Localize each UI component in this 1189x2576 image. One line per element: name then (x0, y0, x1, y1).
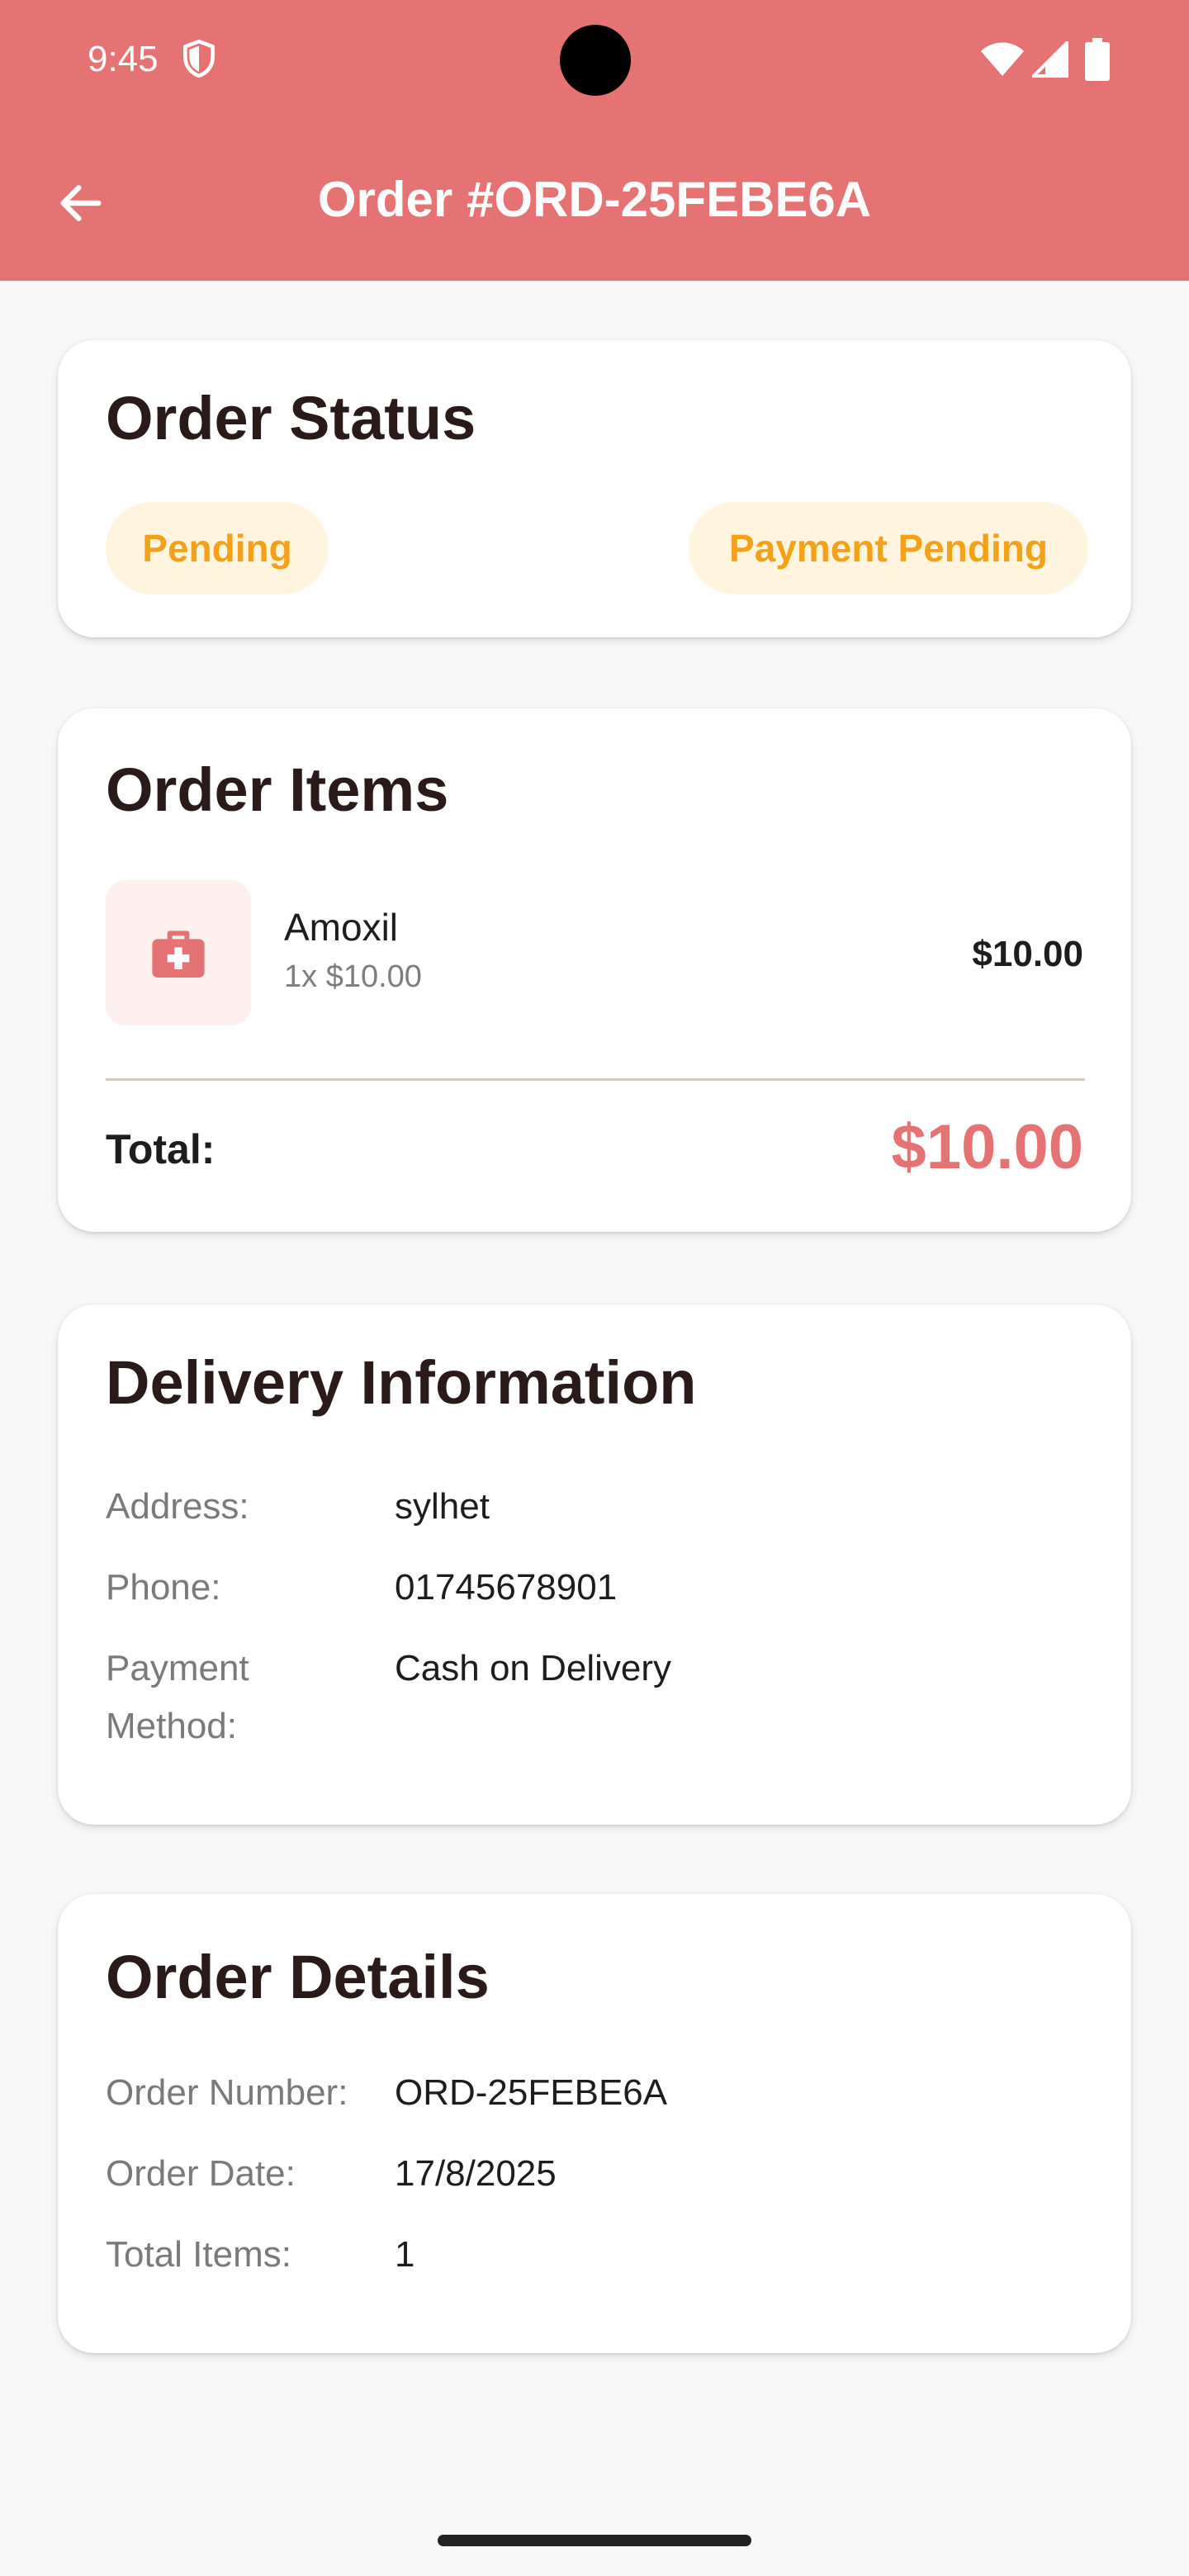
order-number-value: ORD-25FEBE6A (395, 2072, 668, 2113)
wifi-icon (981, 42, 1024, 76)
phone-label: Phone: (106, 1567, 221, 1608)
total-items-label: Total Items: (106, 2234, 291, 2275)
order-details-card: Order Details Order Number: ORD-25FEBE6A… (58, 1894, 1131, 2353)
payment-method-label: Payment Method: (106, 1648, 249, 1746)
total-items-value: 1 (395, 2234, 415, 2275)
total-value: $10.00 (891, 1112, 1083, 1182)
home-indicator[interactable] (438, 2535, 751, 2546)
page-title: Order #ORD-25FEBE6A (317, 172, 872, 227)
divider (106, 1078, 1085, 1081)
order-detail-screen: 9:45 Order #ORD-25FEBE6A Order Status Pe… (0, 0, 1189, 2576)
medical-kit-icon (152, 930, 205, 978)
item-price: $10.00 (972, 934, 1083, 974)
camera-cutout (560, 25, 631, 96)
phone-value: 01745678901 (395, 1567, 618, 1608)
item-thumbnail (106, 880, 251, 1025)
order-status-title: Order Status (106, 384, 476, 452)
delivery-info-card: Delivery Information Address: sylhet Pho… (58, 1305, 1131, 1825)
signal-icon (1032, 41, 1068, 78)
order-items-title: Order Items (106, 755, 449, 824)
battery-icon (1085, 38, 1110, 81)
payment-method-value: Cash on Delivery (395, 1648, 672, 1688)
address-value: sylhet (395, 1486, 490, 1527)
total-label: Total: (106, 1126, 216, 1172)
address-label: Address: (106, 1486, 249, 1527)
delivery-info-title: Delivery Information (106, 1348, 697, 1417)
order-number-label: Order Number: (106, 2072, 348, 2113)
order-items-card: Order Items Amoxil 1x $10.00 $10.00 Tota… (58, 708, 1131, 1232)
order-date-label: Order Date: (106, 2153, 296, 2194)
shield-icon (183, 39, 215, 78)
top-app-bar: 9:45 Order #ORD-25FEBE6A (0, 0, 1189, 281)
order-date-value: 17/8/2025 (395, 2153, 557, 2194)
item-name: Amoxil (284, 906, 399, 949)
status-time: 9:45 (88, 39, 159, 79)
payment-status-badge: Payment Pending (689, 502, 1088, 594)
order-status-badge: Pending (106, 502, 329, 594)
item-quantity-price: 1x $10.00 (284, 959, 422, 994)
order-details-title: Order Details (106, 1943, 490, 2011)
order-status-card: Order Status Pending Payment Pending (58, 340, 1131, 637)
